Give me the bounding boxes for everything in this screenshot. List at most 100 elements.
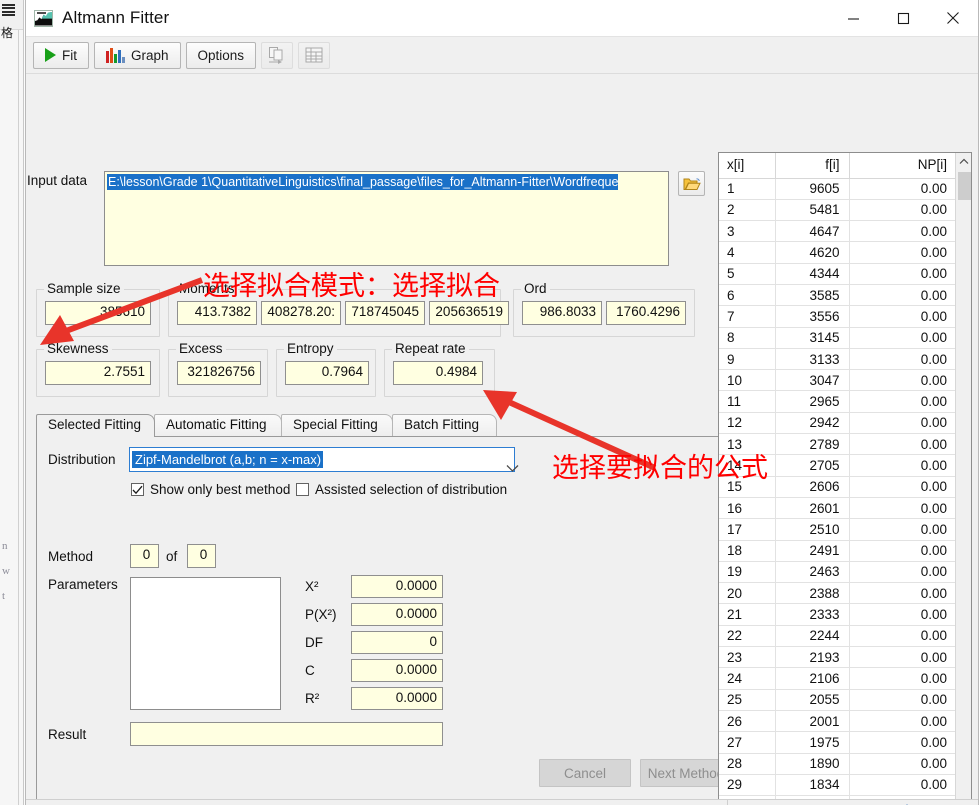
moment-1-value[interactable]: 413.7382: [177, 301, 257, 325]
chi-square-label: X²: [305, 579, 319, 594]
repeat-rate-value[interactable]: 0.4984: [393, 361, 483, 385]
chevron-up-icon[interactable]: [956, 153, 971, 169]
table-cell: 0.00: [849, 178, 956, 200]
table-row[interactable]: 25 2055 0.00: [719, 689, 956, 711]
table-cell: 3556: [775, 305, 850, 328]
excess-value[interactable]: 321826756: [177, 361, 261, 385]
tab-selected-fitting[interactable]: Selected Fitting: [36, 414, 155, 437]
table-row[interactable]: 8 3145 0.00: [719, 327, 956, 349]
ord-1-value[interactable]: 986.8033: [522, 301, 602, 325]
df-value[interactable]: 0: [351, 631, 443, 654]
table-row[interactable]: 23 2193 0.00: [719, 646, 956, 669]
c-value[interactable]: 0.0000: [351, 659, 443, 682]
table-cell: 0.00: [849, 369, 956, 392]
table-row[interactable]: 27 1975 0.00: [719, 731, 956, 754]
graph-button[interactable]: Graph: [94, 41, 181, 69]
table-cell: 0.00: [849, 476, 956, 498]
tab-special-fitting[interactable]: Special Fitting: [281, 414, 393, 437]
column-header-x[interactable]: x[i]: [719, 153, 776, 179]
scrollbar-thumb[interactable]: [958, 172, 971, 200]
column-header-f[interactable]: f[i]: [775, 153, 850, 179]
titlebar[interactable]: Altmann Fitter: [26, 0, 978, 37]
minimize-icon[interactable]: [828, 0, 878, 36]
maximize-icon[interactable]: [878, 0, 928, 36]
table-cell: 2193: [775, 646, 850, 669]
fit-button[interactable]: Fit: [33, 41, 89, 69]
sample-size-value[interactable]: 385610: [45, 301, 151, 325]
cancel-button[interactable]: Cancel: [539, 759, 631, 787]
table-row[interactable]: 10 3047 0.00: [719, 369, 956, 392]
skewness-value[interactable]: 2.7551: [45, 361, 151, 385]
table-cell: 24: [719, 667, 776, 690]
table-row[interactable]: 7 3556 0.00: [719, 305, 956, 328]
copy-pages-icon[interactable]: [261, 41, 294, 69]
altmann-fitter-window: Altmann Fitter Fit Graph Options Input d…: [25, 0, 979, 805]
table-row[interactable]: 18 2491 0.00: [719, 540, 956, 562]
table-scrollbar[interactable]: [955, 153, 971, 805]
show-best-method-label: Show only best method: [150, 482, 291, 497]
moment-3-value[interactable]: 718745045: [345, 301, 425, 325]
table-cell: 0.00: [849, 603, 956, 626]
table-cell: 21: [719, 603, 776, 626]
play-icon: [45, 48, 56, 62]
table-cell: 10: [719, 369, 776, 392]
column-header-np[interactable]: NP[i]: [849, 153, 956, 179]
tab-automatic-fitting[interactable]: Automatic Fitting: [154, 414, 282, 437]
table-cell: 27: [719, 731, 776, 754]
table-cell: 9605: [775, 178, 850, 200]
table-row[interactable]: 11 2965 0.00: [719, 390, 956, 413]
tab-batch-fitting[interactable]: Batch Fitting: [392, 414, 497, 437]
table-cell: 0.00: [849, 689, 956, 711]
chi-square-value[interactable]: 0.0000: [351, 575, 443, 598]
table-row[interactable]: 21 2333 0.00: [719, 603, 956, 626]
table-row[interactable]: 3 4647 0.00: [719, 220, 956, 243]
assisted-selection-checkbox[interactable]: Assisted selection of distribution: [296, 482, 507, 497]
table-row[interactable]: 4 4620 0.00: [719, 241, 956, 264]
table-cell: 0.00: [849, 561, 956, 584]
options-button[interactable]: Options: [185, 41, 257, 69]
table-row[interactable]: 28 1890 0.00: [719, 753, 956, 775]
moment-2-value[interactable]: 408278.20:: [261, 301, 341, 325]
cancel-button-label: Cancel: [563, 765, 607, 781]
distribution-combobox[interactable]: Zipf-Mandelbrot (a,b; n = x-max): [129, 447, 519, 472]
table-row[interactable]: 22 2244 0.00: [719, 625, 956, 648]
table-cell: 2106: [775, 667, 850, 690]
open-folder-icon[interactable]: [678, 171, 705, 196]
r-square-value[interactable]: 0.0000: [351, 687, 443, 710]
show-best-method-checkbox[interactable]: Show only best method: [131, 482, 290, 497]
tab-automatic-fitting-label: Automatic Fitting: [166, 417, 267, 432]
table-row[interactable]: 29 1834 0.00: [719, 774, 956, 797]
table-row[interactable]: 17 2510 0.00: [719, 518, 956, 541]
ord-2-value[interactable]: 1760.4296: [606, 301, 686, 325]
input-data-field[interactable]: E:\lesson\Grade 1\QuantitativeLinguistic…: [104, 171, 669, 266]
table-cell: 2606: [775, 476, 850, 498]
table-row[interactable]: 24 2106 0.00: [719, 667, 956, 690]
fit-button-label: Fit: [62, 47, 77, 63]
table-row[interactable]: 9 3133 0.00: [719, 348, 956, 371]
parameters-listbox[interactable]: [130, 577, 281, 710]
method-total-value[interactable]: 0: [187, 544, 216, 568]
table-cell: 3145: [775, 327, 850, 349]
table-row[interactable]: 2 5481 0.00: [719, 199, 956, 222]
table-row[interactable]: 6 3585 0.00: [719, 284, 956, 307]
entropy-value[interactable]: 0.7964: [285, 361, 369, 385]
table-row[interactable]: 12 2942 0.00: [719, 412, 956, 435]
table-cell: 0.00: [849, 731, 956, 754]
table-row[interactable]: 19 2463 0.00: [719, 561, 956, 584]
hamburger-icon[interactable]: [2, 4, 15, 16]
input-data-value: E:\lesson\Grade 1\QuantitativeLinguistic…: [107, 174, 619, 190]
table-row[interactable]: 20 2388 0.00: [719, 582, 956, 605]
table-row[interactable]: 5 4344 0.00: [719, 263, 956, 285]
p-chi-square-value[interactable]: 0.0000: [351, 603, 443, 626]
table-cell: 0.00: [849, 667, 956, 690]
result-value[interactable]: [130, 722, 443, 746]
table-grid-icon[interactable]: [298, 41, 331, 69]
method-current-value[interactable]: 0: [130, 544, 159, 568]
close-icon[interactable]: [928, 0, 978, 36]
background-window[interactable]: 格 n w t: [0, 0, 24, 805]
moment-4-value[interactable]: 205636519: [429, 301, 509, 325]
table-row[interactable]: 16 2601 0.00: [719, 497, 956, 520]
graph-button-label: Graph: [131, 47, 169, 63]
table-row[interactable]: 1 9605 0.00: [719, 178, 956, 200]
table-row[interactable]: 26 2001 0.00: [719, 710, 956, 733]
